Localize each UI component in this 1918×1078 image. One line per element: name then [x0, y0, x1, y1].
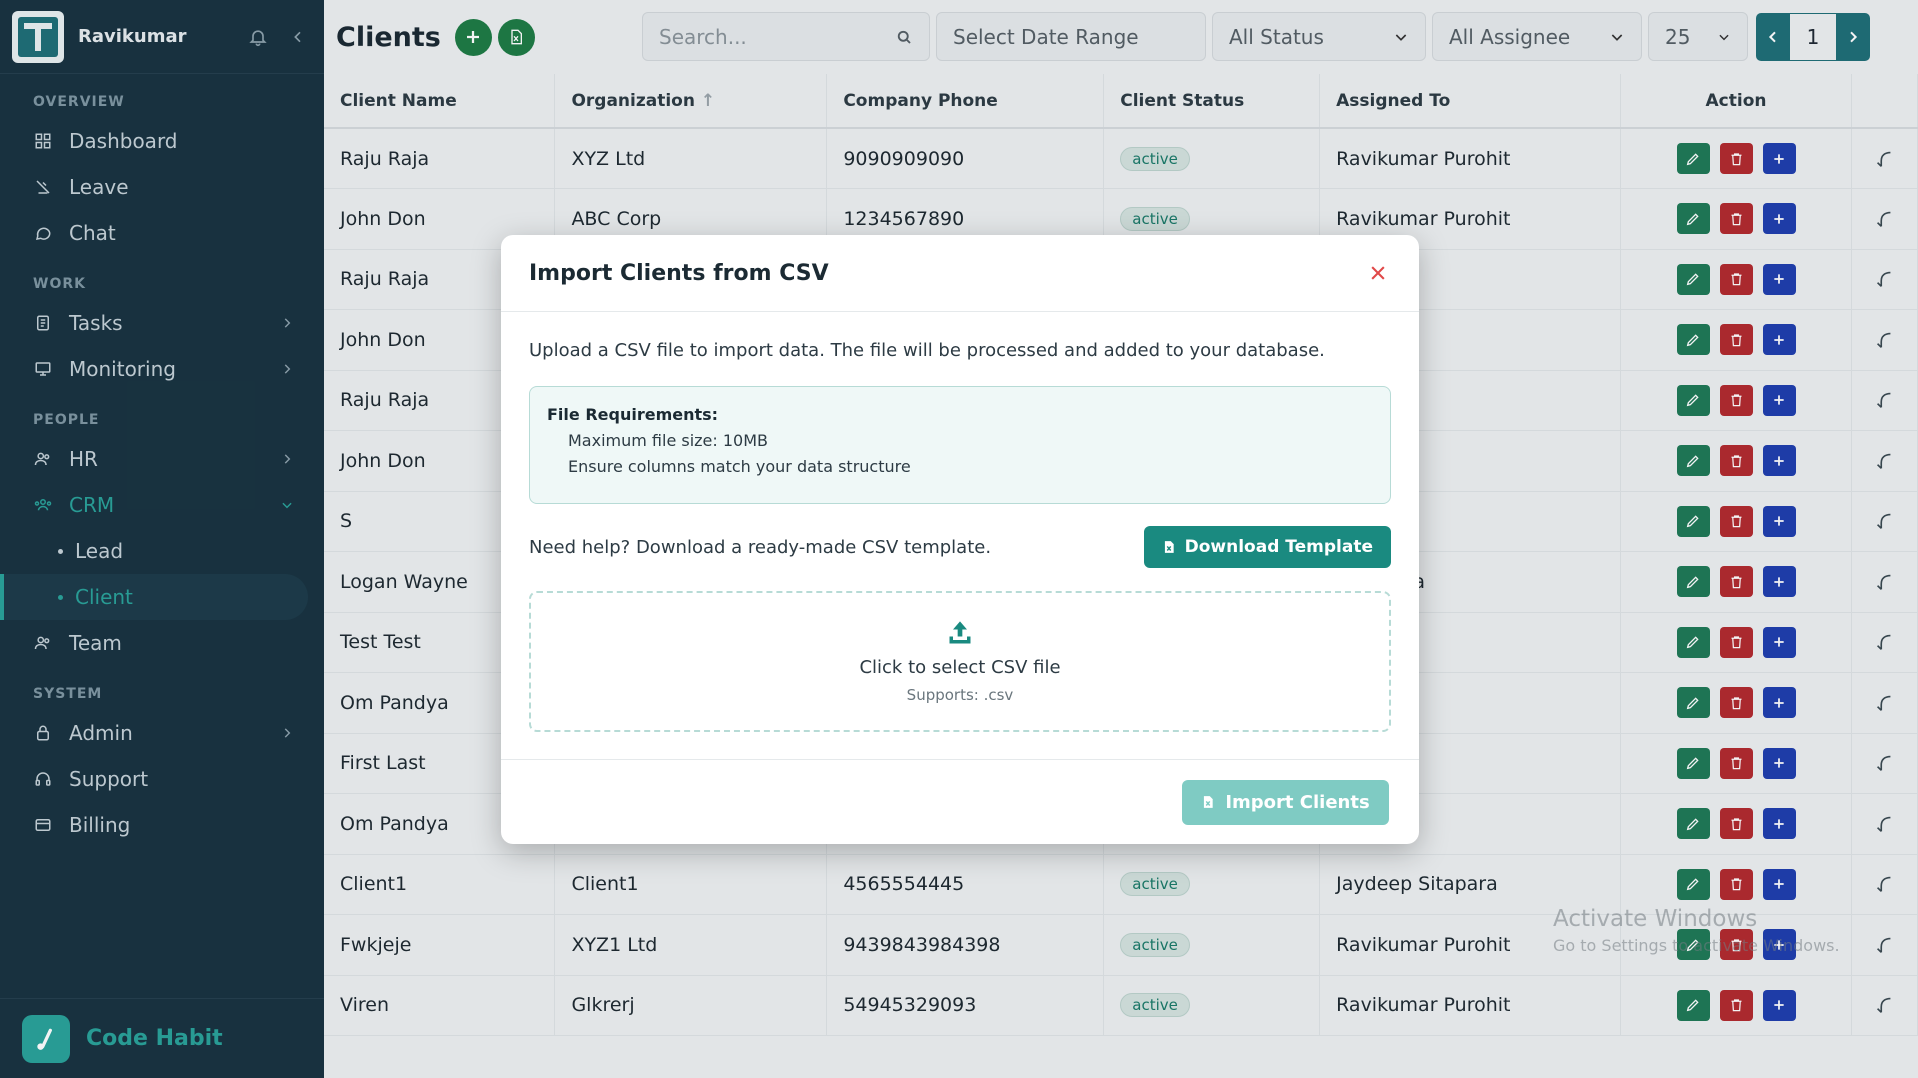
upload-icon	[949, 621, 971, 644]
close-icon	[1371, 266, 1385, 280]
file-requirements-box: File Requirements: Maximum file size: 10…	[529, 386, 1391, 504]
template-help-row: Need help? Download a ready-made CSV tem…	[529, 526, 1391, 568]
modal-footer: Import Clients	[501, 759, 1419, 844]
excel-file-icon	[1164, 541, 1174, 553]
dropzone-title: Click to select CSV file	[859, 657, 1061, 678]
download-template-label: Download Template	[1184, 537, 1373, 557]
download-template-button[interactable]: Download Template	[1143, 526, 1391, 568]
csv-file-dropzone[interactable]: Click to select CSV file Supports: .csv	[529, 591, 1391, 732]
modal-body: Upload a CSV file to import data. The fi…	[501, 312, 1419, 732]
excel-file-icon	[1204, 796, 1213, 808]
requirement-item: Maximum file size: 10MB	[568, 431, 769, 450]
close-button[interactable]	[1365, 260, 1391, 286]
requirement-item: Ensure columns match your data structure	[568, 457, 911, 476]
modal-header: Import Clients from CSV	[501, 235, 1419, 312]
import-clients-label: Import Clients	[1225, 791, 1370, 813]
requirements-title: File Requirements:	[547, 405, 719, 424]
import-csv-modal: Import Clients from CSV Upload a CSV fil…	[501, 235, 1419, 844]
dropzone-subtitle: Supports: .csv	[906, 686, 1014, 704]
help-text: Need help? Download a ready-made CSV tem…	[529, 536, 992, 558]
modal-title: Import Clients from CSV	[529, 260, 829, 286]
import-clients-button[interactable]: Import Clients	[1182, 779, 1389, 825]
modal-description: Upload a CSV file to import data. The fi…	[529, 340, 1325, 361]
